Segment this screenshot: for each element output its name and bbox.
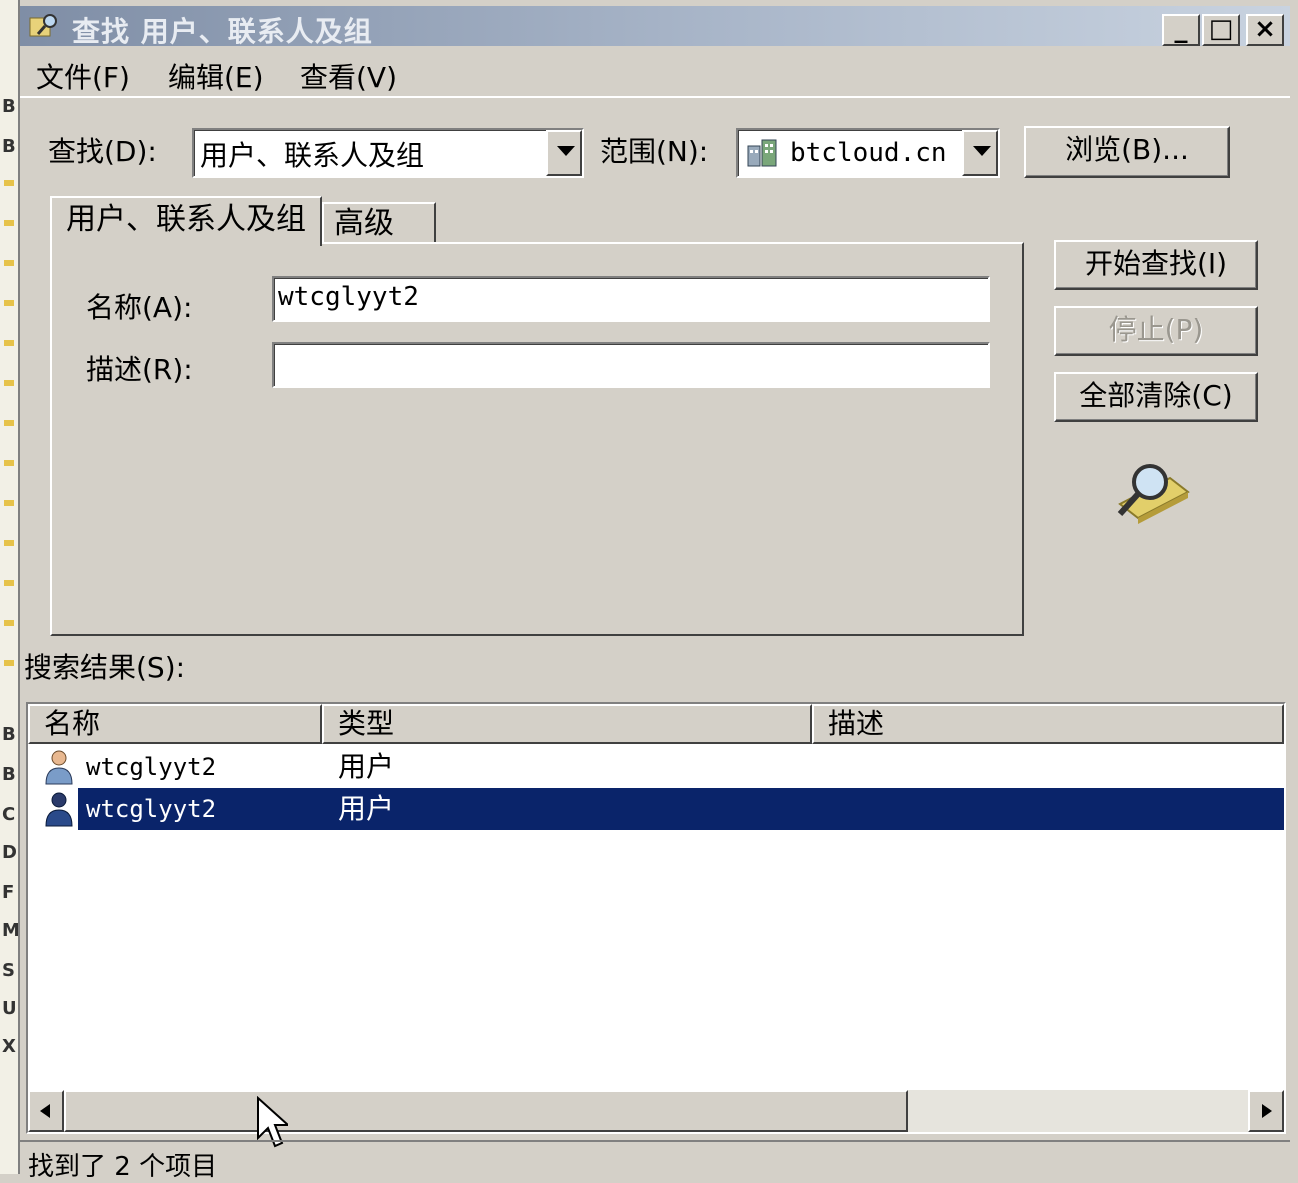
find-now-button[interactable]: 开始查找(I) [1054,240,1258,290]
selection-highlight [78,788,1284,830]
strip-letter: B [2,136,16,157]
column-header-name[interactable]: 名称 [28,704,322,744]
title-bar[interactable]: 查找 用户、联系人及组 _ □ × [20,6,1290,48]
folder-mark-icon [4,420,14,426]
table-row-selected[interactable]: wtcglyyt2 用户 [28,788,1284,830]
strip-letter: C [2,804,16,825]
results-label: 搜索结果(S): [24,651,186,684]
folder-mark-icon [4,380,14,386]
user-icon [45,792,73,827]
strip-letter: B [2,764,16,785]
menu-edit[interactable]: 编辑(E) [168,56,264,96]
tab-advanced[interactable]: 高级 [322,202,436,244]
find-dialog: 查找 用户、联系人及组 _ □ × 文件(F) 编辑(E) 查看(V) 查找(D… [20,0,1298,1182]
background-window-strip: B B B B C D F M S U X [0,0,20,1174]
chevron-down-icon[interactable] [962,130,998,176]
close-button[interactable]: × [1246,14,1284,46]
strip-letter: U [2,998,17,1019]
folder-mark-icon [4,340,14,346]
tab-panel: 名称(A): wtcglyyt2 描述(R): [50,242,1024,636]
row-name: wtcglyyt2 [86,753,217,781]
scope-combobox-value: btcloud.cn [790,138,947,168]
scope-combobox[interactable]: btcloud.cn [736,128,1000,178]
table-row[interactable]: wtcglyyt2 用户 [28,746,1284,788]
tab-users-contacts-groups[interactable]: 用户、联系人及组 [50,196,322,246]
find-users-icon [29,14,57,37]
domain-icon [747,139,777,167]
strip-letter: B [2,96,16,117]
column-header-description[interactable]: 描述 [812,704,1284,744]
scroll-left-button[interactable] [28,1090,64,1132]
name-input[interactable]: wtcglyyt2 [272,276,990,322]
folder-mark-icon [4,500,14,506]
find-combobox[interactable]: 用户、联系人及组 [192,128,584,178]
window-title: 查找 用户、联系人及组 [72,15,373,48]
folder-mark-icon [4,540,14,546]
description-input[interactable] [272,342,990,388]
folder-mark-icon [4,260,14,266]
maximize-button[interactable]: □ [1202,14,1240,46]
folder-mark-icon [4,660,14,666]
scroll-right-button[interactable] [1248,1090,1284,1132]
name-label: 名称(A): [86,291,193,324]
find-label: 查找(D): [48,135,157,168]
scope-label: 范围(N): [600,135,709,168]
menu-bar: 文件(F) 编辑(E) 查看(V) [20,50,1290,98]
stop-button[interactable]: 停止(P) [1054,306,1258,356]
status-text: 找到了 2 个项目 [28,1152,218,1182]
row-type: 用户 [338,792,395,825]
horizontal-scrollbar[interactable] [28,1090,1284,1132]
results-list[interactable]: 名称 类型 描述 wtcglyyt2 用户 wtcglyyt2 用户 [26,702,1286,1134]
description-label: 描述(R): [86,353,193,386]
chevron-down-icon[interactable] [546,130,582,176]
strip-letter: D [2,842,17,863]
scroll-thumb[interactable] [64,1090,908,1132]
results-header: 名称 类型 描述 [28,704,1284,744]
strip-letter: F [2,882,15,903]
row-type: 用户 [338,750,395,783]
menu-file[interactable]: 文件(F) [36,56,130,96]
row-name: wtcglyyt2 [86,795,217,823]
folder-mark-icon [4,460,14,466]
strip-letter: X [2,1036,16,1057]
arrow-left-icon [40,1104,50,1118]
strip-letter: M [2,920,20,941]
status-bar: 找到了 2 个项目 [20,1140,1290,1182]
folder-mark-icon [4,300,14,306]
strip-letter: B [2,724,16,745]
minimize-button[interactable]: _ [1162,14,1200,46]
clear-all-button[interactable]: 全部清除(C) [1054,372,1258,422]
find-combobox-value: 用户、联系人及组 [200,139,425,172]
column-header-type[interactable]: 类型 [322,704,812,744]
user-icon [45,750,73,785]
browse-button[interactable]: 浏览(B)... [1024,126,1230,178]
menu-view[interactable]: 查看(V) [300,56,397,96]
folder-mark-icon [4,620,14,626]
arrow-right-icon [1262,1104,1272,1118]
folder-mark-icon [4,180,14,186]
folder-mark-icon [4,580,14,586]
search-animation-icon [1117,464,1190,524]
folder-mark-icon [4,220,14,226]
strip-letter: S [2,960,15,981]
